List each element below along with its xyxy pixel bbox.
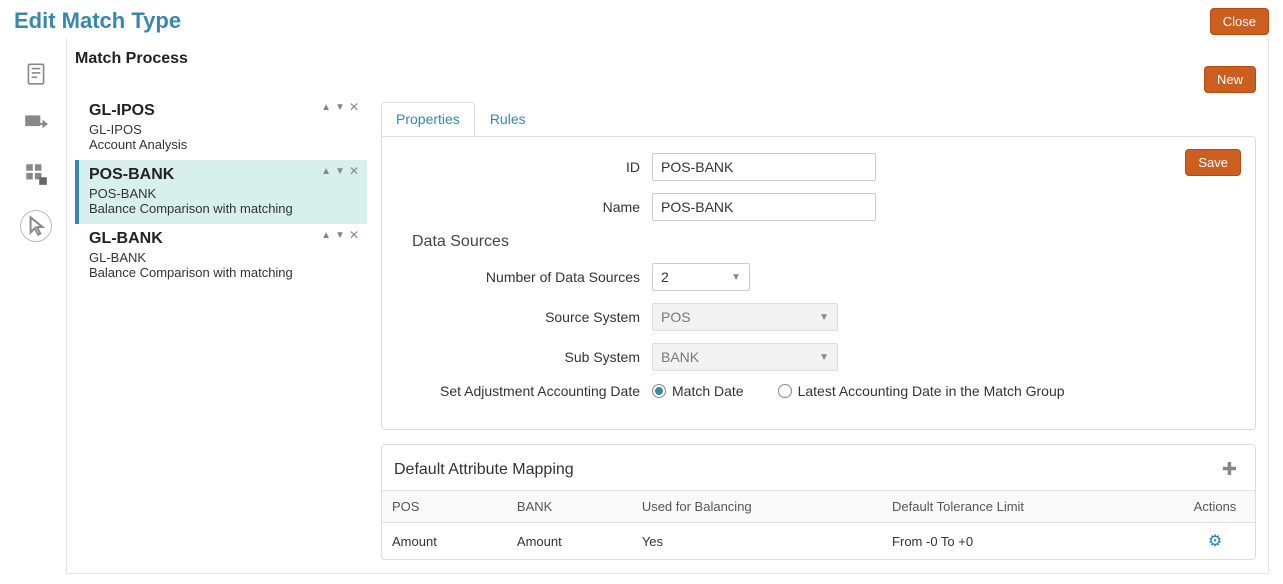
table-row[interactable]: Amount Amount Yes From -0 To +0 ⚙: [382, 523, 1255, 560]
list-item-id: GL-IPOS: [89, 122, 357, 137]
section-header: Match Process: [75, 50, 1268, 68]
radio-latest-date-label: Latest Accounting Date in the Match Grou…: [798, 383, 1065, 399]
gear-icon[interactable]: ⚙: [1208, 533, 1222, 550]
cell-tolerance: From -0 To +0: [882, 523, 1175, 560]
list-item[interactable]: ▲ ▼ ✕ GL-BANK GL-BANK Balance Comparison…: [75, 224, 367, 288]
list-item-id: GL-BANK: [89, 250, 357, 265]
move-down-icon[interactable]: ▼: [335, 166, 345, 177]
list-item-title: POS-BANK: [89, 166, 357, 184]
move-up-icon[interactable]: ▲: [321, 102, 331, 113]
name-label: Name: [400, 199, 652, 215]
document-icon[interactable]: [22, 60, 50, 88]
sub-system-select: BANK ▼: [652, 343, 838, 371]
col-actions: Actions: [1175, 491, 1255, 523]
col-tolerance: Default Tolerance Limit: [882, 491, 1175, 523]
chevron-down-icon: ▼: [731, 272, 741, 283]
list-item-desc: Balance Comparison with matching: [89, 201, 357, 216]
source-system-value: POS: [661, 309, 691, 325]
list-item-desc: Balance Comparison with matching: [89, 265, 357, 280]
adj-date-label: Set Adjustment Accounting Date: [400, 383, 652, 399]
source-system-label: Source System: [400, 309, 652, 325]
list-item-title: GL-IPOS: [89, 102, 357, 120]
id-input[interactable]: [652, 153, 876, 181]
chevron-down-icon: ▼: [819, 312, 829, 323]
radio-latest-date[interactable]: [778, 384, 792, 398]
transfer-icon[interactable]: [22, 110, 50, 138]
move-up-icon[interactable]: ▲: [321, 230, 331, 241]
chevron-down-icon: ▼: [819, 352, 829, 363]
page-title: Edit Match Type: [14, 8, 181, 34]
mapping-table: POS BANK Used for Balancing Default Tole…: [382, 490, 1255, 559]
col-balancing: Used for Balancing: [632, 491, 882, 523]
add-icon[interactable]: ✚: [1222, 459, 1243, 480]
list-item-id: POS-BANK: [89, 186, 357, 201]
left-icon-bar: [16, 60, 56, 242]
cell-pos: Amount: [382, 523, 507, 560]
close-icon[interactable]: ✕: [349, 164, 359, 178]
close-icon[interactable]: ✕: [349, 228, 359, 242]
num-ds-value: 2: [661, 269, 669, 285]
new-button[interactable]: New: [1204, 66, 1256, 93]
name-input[interactable]: [652, 193, 876, 221]
cell-balancing: Yes: [632, 523, 882, 560]
move-up-icon[interactable]: ▲: [321, 166, 331, 177]
num-ds-label: Number of Data Sources: [400, 269, 652, 285]
mapping-header: Default Attribute Mapping: [394, 461, 574, 479]
data-sources-header: Data Sources: [412, 233, 1237, 251]
num-ds-select[interactable]: 2 ▼: [652, 263, 750, 291]
tab-properties[interactable]: Properties: [381, 102, 475, 136]
save-button[interactable]: Save: [1185, 149, 1241, 176]
radio-match-date[interactable]: [652, 384, 666, 398]
source-system-select: POS ▼: [652, 303, 838, 331]
sub-system-label: Sub System: [400, 349, 652, 365]
move-down-icon[interactable]: ▼: [335, 102, 345, 113]
list-item[interactable]: ▲ ▼ ✕ GL-IPOS GL-IPOS Account Analysis: [75, 96, 367, 160]
cell-bank: Amount: [507, 523, 632, 560]
properties-panel: Save ID Name Data Sources Number of Data…: [381, 136, 1256, 430]
close-button[interactable]: Close: [1210, 8, 1269, 35]
col-bank: BANK: [507, 491, 632, 523]
move-down-icon[interactable]: ▼: [335, 230, 345, 241]
sub-system-value: BANK: [661, 349, 699, 365]
list-item-desc: Account Analysis: [89, 137, 357, 152]
pointer-icon[interactable]: [20, 210, 52, 242]
tab-rules[interactable]: Rules: [475, 102, 541, 136]
radio-match-date-label: Match Date: [672, 383, 744, 399]
default-attr-mapping-panel: Default Attribute Mapping ✚ POS BANK Use…: [381, 444, 1256, 560]
col-pos: POS: [382, 491, 507, 523]
list-item-title: GL-BANK: [89, 230, 357, 248]
close-icon[interactable]: ✕: [349, 100, 359, 114]
match-process-list: ▲ ▼ ✕ GL-IPOS GL-IPOS Account Analysis ▲…: [75, 74, 367, 560]
grid-icon[interactable]: [22, 160, 50, 188]
list-item[interactable]: ▲ ▼ ✕ POS-BANK POS-BANK Balance Comparis…: [75, 160, 367, 224]
id-label: ID: [400, 159, 652, 175]
